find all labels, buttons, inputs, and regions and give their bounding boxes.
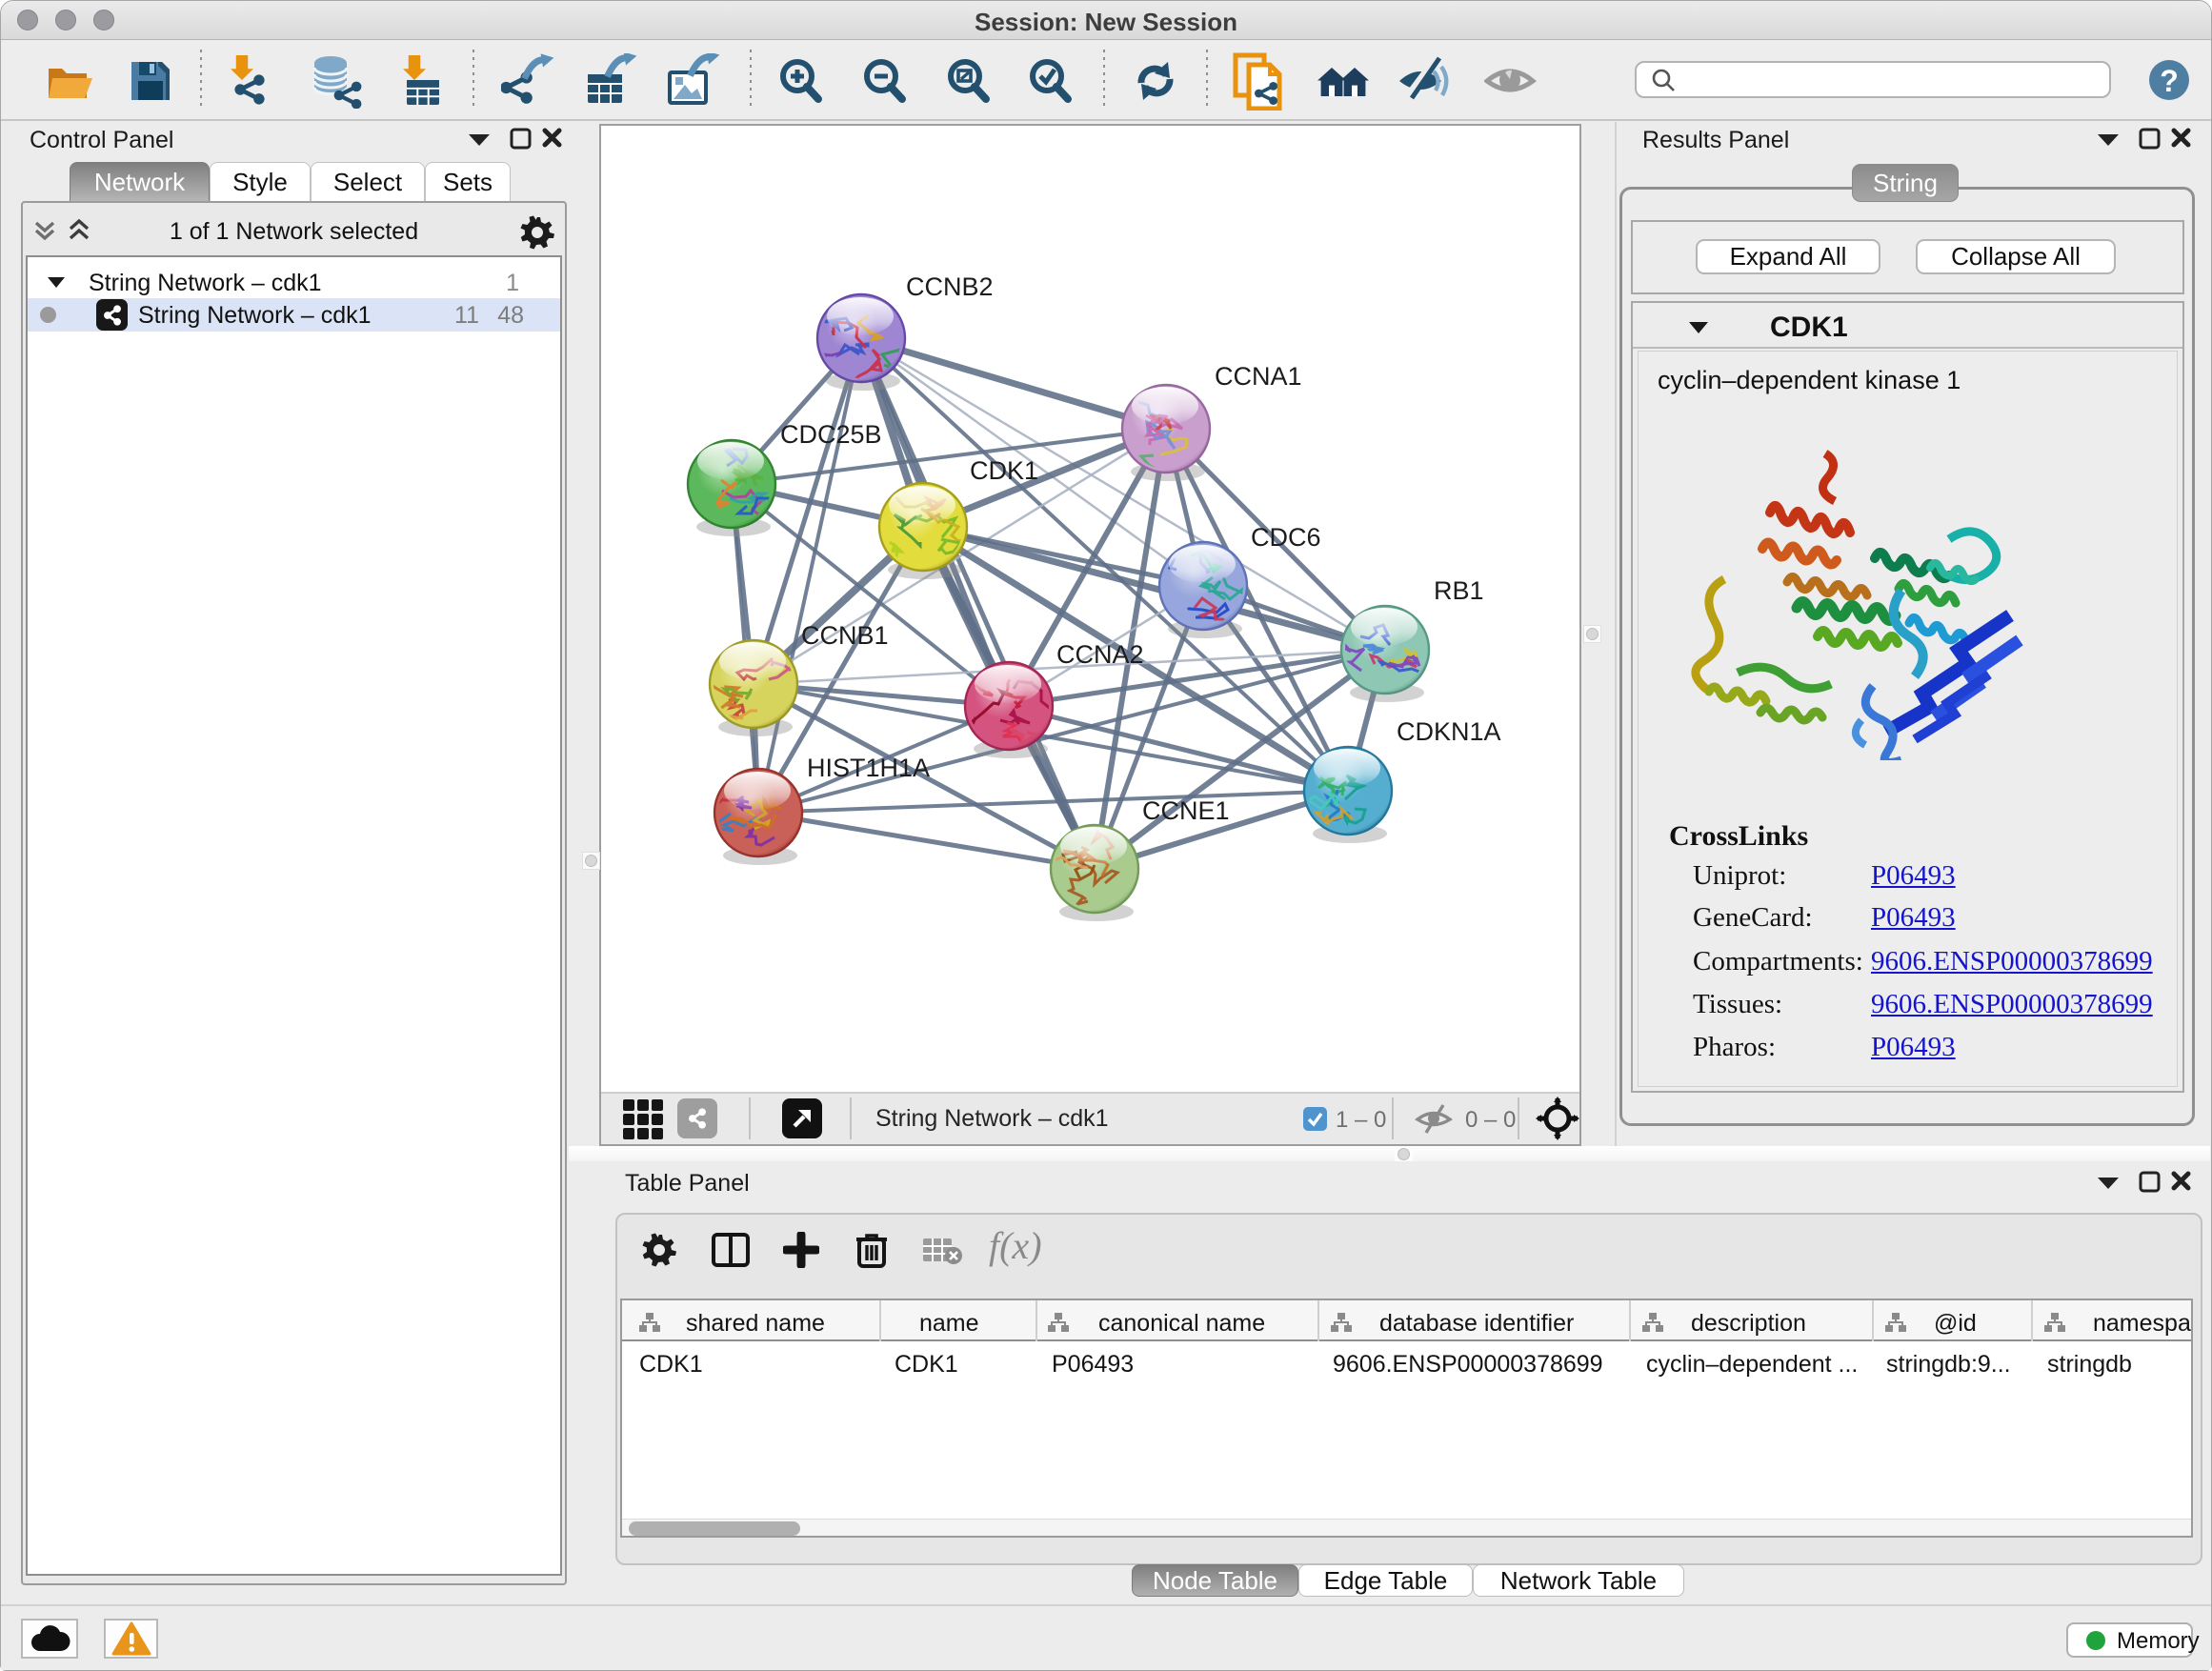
svg-text:RB1: RB1 xyxy=(1434,576,1484,605)
svg-text:CCNA2: CCNA2 xyxy=(1056,640,1144,669)
svg-text:CCNB2: CCNB2 xyxy=(906,272,994,301)
svg-text:CDKN1A: CDKN1A xyxy=(1397,717,1501,746)
svg-text:CCNB1: CCNB1 xyxy=(801,621,889,650)
svg-text:CDC6: CDC6 xyxy=(1251,523,1321,552)
svg-text:HIST1H1A: HIST1H1A xyxy=(807,754,930,782)
svg-text:CCNA1: CCNA1 xyxy=(1215,362,1302,391)
svg-text:CCNE1: CCNE1 xyxy=(1142,796,1230,825)
svg-text:CDC25B: CDC25B xyxy=(780,420,882,449)
svg-text:CDK1: CDK1 xyxy=(970,456,1038,485)
